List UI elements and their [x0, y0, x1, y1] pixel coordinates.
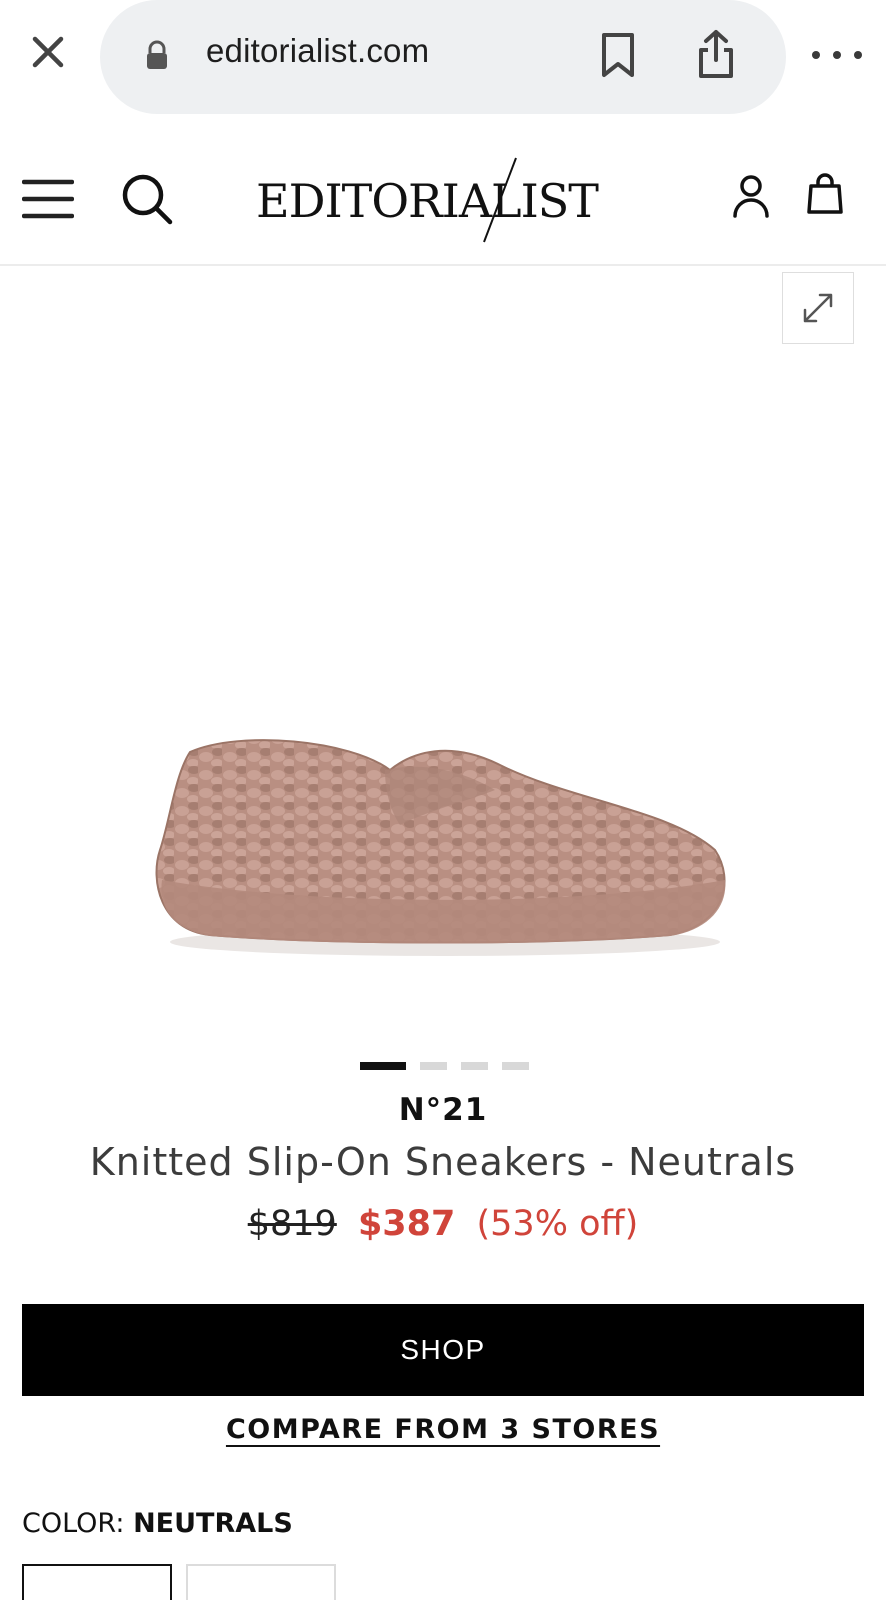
shopping-bag-icon[interactable]: [806, 172, 844, 214]
logo-slash-mark: [483, 157, 517, 243]
price-row: $819 $387 (53% off): [0, 1204, 886, 1244]
account-icon[interactable]: [732, 174, 770, 218]
menu-icon[interactable]: [21, 178, 75, 220]
search-icon[interactable]: [120, 172, 174, 226]
product-brand[interactable]: N°21: [0, 1092, 886, 1128]
color-label: COLOR:: [22, 1508, 125, 1539]
color-swatch[interactable]: [186, 1564, 336, 1600]
carousel-dot[interactable]: [502, 1062, 529, 1070]
compare-stores-link[interactable]: COMPARE FROM 3 STORES: [226, 1414, 660, 1445]
product-image[interactable]: [150, 730, 740, 970]
carousel-dot[interactable]: [420, 1062, 447, 1070]
color-value: NEUTRALS: [133, 1508, 293, 1539]
sale-price: $387: [357, 1204, 456, 1244]
color-selector-label: COLOR: NEUTRALS: [22, 1508, 293, 1539]
carousel-dot[interactable]: [461, 1062, 488, 1070]
original-price: $819: [247, 1204, 337, 1244]
browser-chrome: editorialist.com: [0, 0, 886, 118]
address-bar[interactable]: editorialist.com: [100, 0, 786, 114]
more-icon[interactable]: [812, 40, 862, 70]
share-icon[interactable]: [696, 28, 736, 80]
carousel-indicators: [360, 1062, 529, 1070]
color-swatch-selected[interactable]: [22, 1564, 172, 1600]
lock-icon: [144, 40, 170, 70]
logo-text: EDITORIALIST: [256, 174, 599, 228]
discount-label: (53% off): [476, 1204, 639, 1244]
expand-icon[interactable]: [782, 272, 854, 344]
carousel-dot[interactable]: [360, 1062, 406, 1070]
site-logo[interactable]: EDITORIALIST: [256, 156, 632, 246]
compare-stores-row: COMPARE FROM 3 STORES: [0, 1414, 886, 1445]
close-icon[interactable]: [26, 30, 70, 74]
url-text[interactable]: editorialist.com: [206, 32, 429, 70]
site-header: EDITORIALIST: [0, 130, 886, 266]
shop-button[interactable]: SHOP: [22, 1304, 864, 1396]
product-title: Knitted Slip-On Sneakers - Neutrals: [89, 1140, 797, 1184]
bookmark-icon[interactable]: [600, 32, 636, 78]
